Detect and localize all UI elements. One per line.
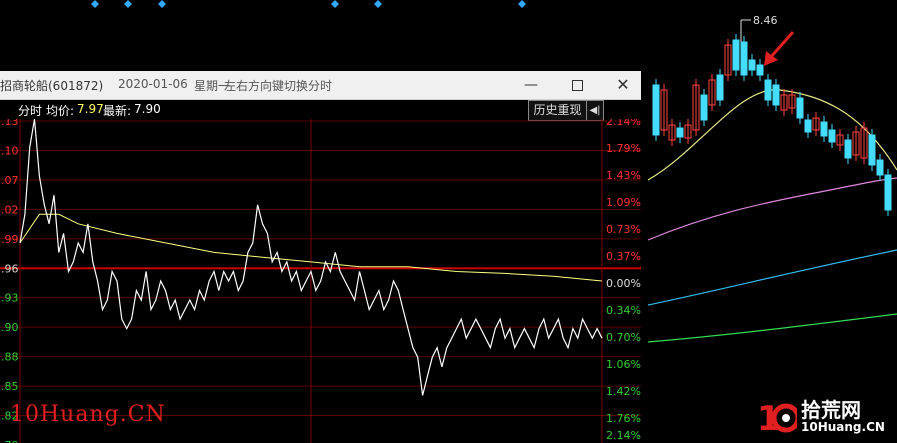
marker-diamond bbox=[331, 0, 339, 8]
high-marker: 8.46 bbox=[740, 14, 778, 42]
intraday-chart: .13.10.07.02.99.96.93.90.88.85.82.79 2.1… bbox=[0, 119, 641, 443]
collapse-button[interactable]: ◀| bbox=[586, 100, 604, 121]
percent-tick-label: 0.00% bbox=[606, 277, 641, 290]
stock-title: 招商轮船(601872) bbox=[0, 79, 104, 93]
marker-diamond bbox=[518, 0, 526, 8]
ma-line bbox=[647, 177, 897, 241]
date-label: 2020-01-06 bbox=[118, 77, 188, 91]
arrow-left-bar-icon: ◀| bbox=[589, 105, 601, 116]
percent-tick-label: 0.73% bbox=[606, 223, 641, 236]
window-titlebar[interactable]: 招商轮船(601872) 2020-01-06 星期一 左右方向键切换分时 — … bbox=[0, 71, 641, 100]
red-arrow-icon bbox=[764, 31, 795, 66]
top-marker-row bbox=[91, 0, 526, 8]
price-tick-label: .96 bbox=[1, 262, 19, 275]
logo-url: 10Huang.CN bbox=[801, 420, 885, 434]
maximize-button[interactable] bbox=[554, 71, 600, 99]
price-tick-label: .88 bbox=[1, 351, 19, 364]
marker-diamond bbox=[124, 0, 132, 8]
price-axis: .13.10.07.02.99.96.93.90.88.85.82.79 bbox=[1, 119, 19, 443]
minimize-icon: — bbox=[524, 77, 538, 93]
ma-line bbox=[647, 249, 897, 306]
percent-tick-label: 1.42% bbox=[606, 385, 641, 398]
marker-diamond bbox=[158, 0, 166, 8]
price-tick-label: .10 bbox=[1, 144, 19, 157]
percent-tick-label: 0.70% bbox=[606, 331, 641, 344]
price-tick-label: .90 bbox=[1, 321, 19, 334]
percent-tick-label: 1.79% bbox=[606, 142, 641, 155]
price-tick-label: .79 bbox=[1, 439, 19, 443]
percent-tick-label: 2.14% bbox=[606, 429, 641, 442]
high-price-label: 8.46 bbox=[753, 14, 778, 27]
marker-diamond bbox=[374, 0, 382, 8]
percent-tick-label: 0.34% bbox=[606, 304, 641, 317]
percent-tick-label: 1.43% bbox=[606, 169, 641, 182]
svg-text:1: 1 bbox=[757, 399, 781, 439]
logo-chars: 拾荒网 bbox=[801, 398, 861, 422]
percent-tick-label: 2.14% bbox=[606, 119, 641, 128]
price-tick-label: .07 bbox=[1, 174, 19, 187]
price-tick-label: .99 bbox=[1, 233, 19, 246]
latest-value: 7.90 bbox=[134, 102, 161, 116]
percent-axis: 2.14% 1.79% 1.43% 1.09% 0.73% 0.37% 0.00% 0.34%… bbox=[606, 119, 641, 442]
mode-label: 分时 bbox=[18, 104, 43, 118]
price-tick-label: .85 bbox=[1, 380, 19, 393]
percent-tick-label: 0.37% bbox=[606, 250, 641, 263]
percent-tick-label: 1.76% bbox=[606, 412, 641, 425]
avg-value: 7.97 bbox=[77, 102, 104, 116]
percent-tick-label: 1.09% bbox=[606, 196, 641, 209]
close-button[interactable]: ✕ bbox=[600, 71, 646, 99]
price-tick-label: .02 bbox=[1, 203, 19, 216]
hint-label: 左右方向键切换分时 bbox=[224, 79, 333, 93]
percent-tick-label: 1.06% bbox=[606, 358, 641, 371]
marker-diamond bbox=[91, 0, 99, 8]
price-tick-label: .93 bbox=[1, 292, 19, 305]
site-logo: 1 拾荒网 10Huang.CN bbox=[757, 392, 897, 442]
maximize-icon bbox=[571, 79, 583, 91]
latest-label: 最新: bbox=[103, 104, 132, 118]
history-replay-button[interactable]: 历史重现 bbox=[528, 100, 587, 121]
ma-line bbox=[647, 313, 897, 343]
close-icon: ✕ bbox=[616, 75, 630, 94]
minimize-button[interactable]: — bbox=[508, 71, 554, 99]
intraday-window: 招商轮船(601872) 2020-01-06 星期一 左右方向键切换分时 — … bbox=[0, 71, 641, 443]
avg-label: 均价: bbox=[46, 104, 75, 118]
watermark-text: 10Huang.CN bbox=[10, 402, 166, 427]
logo-emblem-icon: 1 bbox=[757, 399, 797, 439]
price-tick-label: .13 bbox=[1, 119, 19, 128]
